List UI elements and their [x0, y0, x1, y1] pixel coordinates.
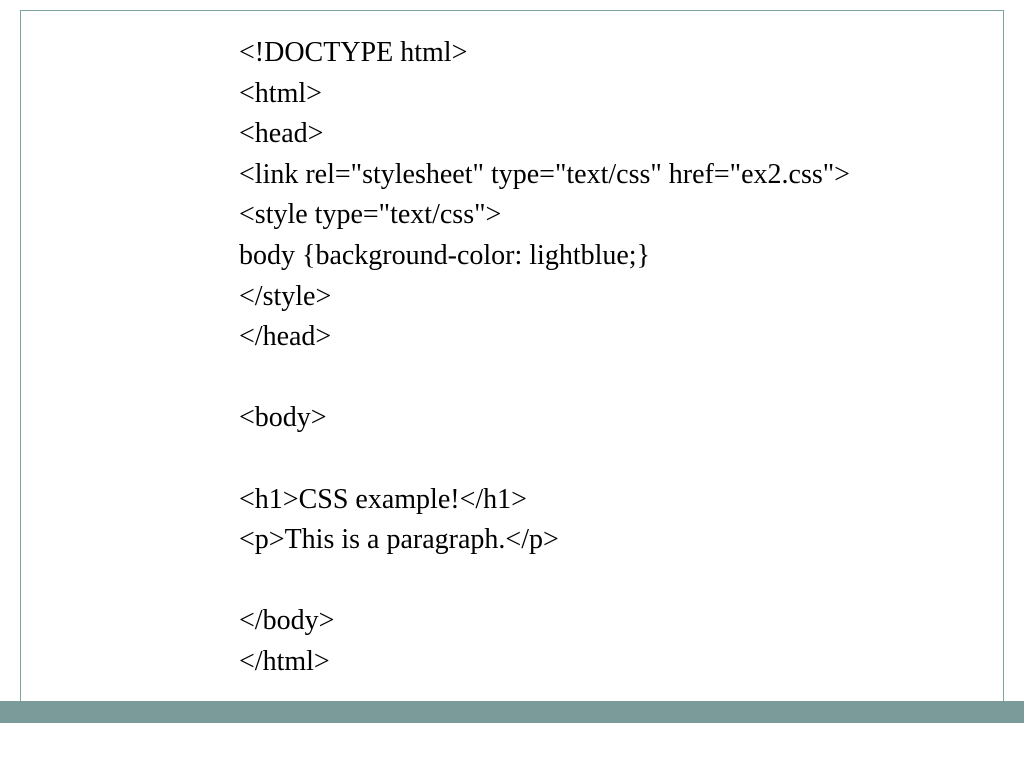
- code-block: <!DOCTYPE html> <html> <head> <link rel=…: [239, 33, 939, 683]
- slide: <!DOCTYPE html> <html> <head> <link rel=…: [0, 0, 1024, 768]
- footer-bar: [0, 701, 1024, 723]
- content-box: <!DOCTYPE html> <html> <head> <link rel=…: [20, 10, 1004, 710]
